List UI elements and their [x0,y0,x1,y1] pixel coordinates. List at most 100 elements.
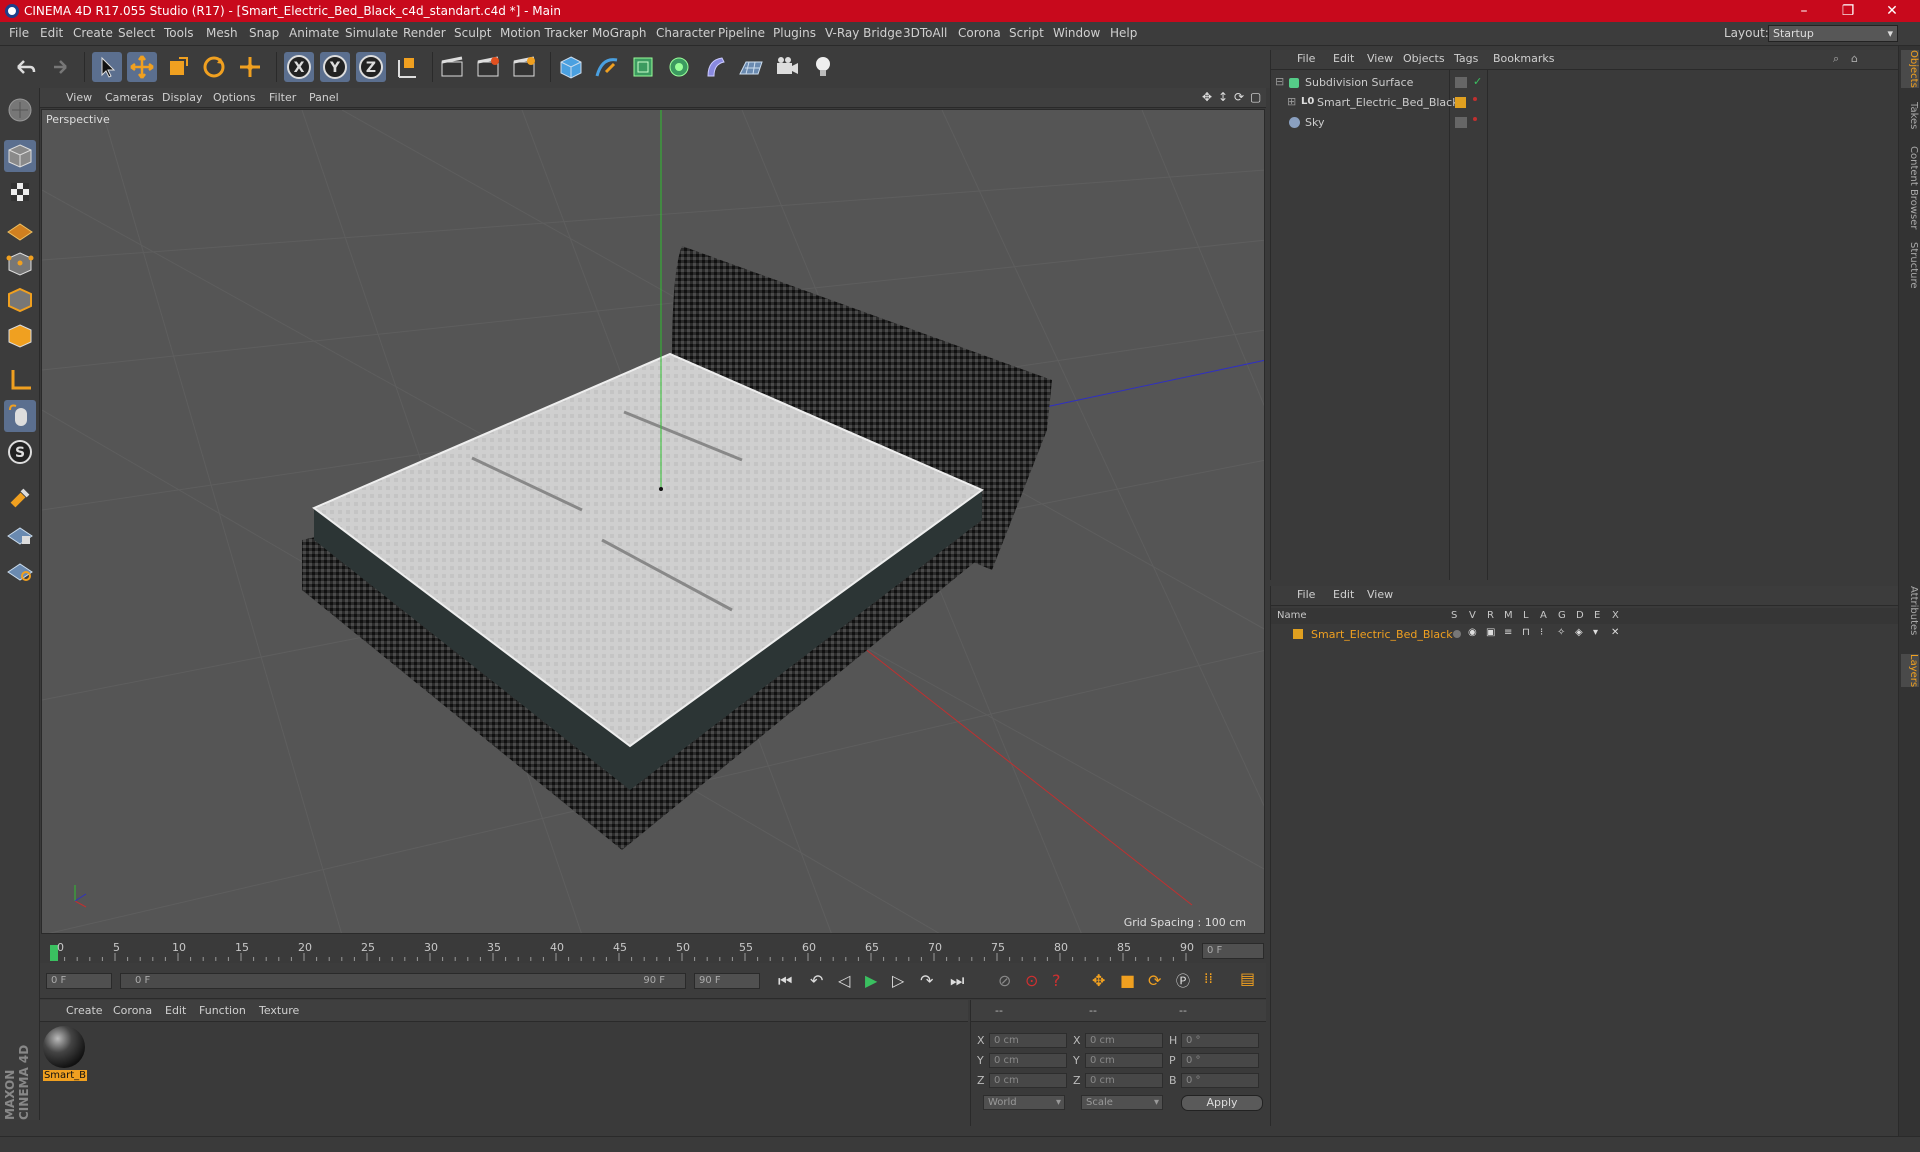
tab-attributes[interactable]: Attributes [1901,586,1919,635]
redo-button[interactable] [44,52,74,82]
workplane-mode-button[interactable] [4,212,36,244]
coordinate-system-button[interactable] [392,52,422,82]
close-button[interactable]: ✕ [1870,0,1914,22]
size-x-field[interactable]: 0 cm [1085,1033,1163,1048]
camera-button[interactable] [772,52,802,82]
objects-menu-view[interactable]: View [1367,52,1393,65]
objects-menu-tags[interactable]: Tags [1454,52,1478,65]
column-manager[interactable]: M [1504,610,1513,621]
layer-color-icon[interactable] [1293,629,1303,639]
position-z-field[interactable]: 0 cm [989,1073,1067,1088]
viewport-menu-options[interactable]: Options [213,91,255,104]
tab-takes[interactable]: Takes [1901,102,1919,129]
record-icon[interactable]: ⊙ [1025,971,1038,990]
magnet-button[interactable] [4,482,36,514]
layers-menu-edit[interactable]: Edit [1333,588,1354,601]
menu-help[interactable]: Help [1110,26,1137,40]
editor-visibility-icon[interactable] [1455,117,1467,128]
menu-simulate[interactable]: Simulate [345,26,398,40]
menu-plugins[interactable]: Plugins [773,26,816,40]
step-forward-icon[interactable]: ▷ [892,971,904,990]
column-deformers[interactable]: D [1576,610,1584,621]
material-menu-create[interactable]: Create [66,1004,103,1017]
menu-corona[interactable]: Corona [958,26,1001,40]
render-settings-button[interactable] [509,52,539,82]
material-menu-texture[interactable]: Texture [259,1004,299,1017]
make-editable-button[interactable] [4,94,36,126]
viewport-3d[interactable]: Perspective Grid Spacing : 100 cm [41,109,1265,934]
eye-icon[interactable]: ◉ [1468,627,1477,638]
rotation-b-field[interactable]: 0 ° [1181,1073,1259,1088]
start-frame-field[interactable]: 0 F [46,973,112,989]
spline-pen-button[interactable] [592,52,622,82]
objects-menu-bookmarks[interactable]: Bookmarks [1493,52,1554,65]
column-name[interactable]: Name [1277,610,1307,621]
viewport-menu-display[interactable]: Display [162,91,203,104]
expand-icon[interactable]: ⊞ [1287,95,1296,108]
rotation-p-field[interactable]: 0 ° [1181,1053,1259,1068]
move-tool-button[interactable] [127,52,157,82]
lock-icon[interactable]: ⊓ [1522,627,1530,638]
select-tool-button[interactable] [92,52,122,82]
column-render[interactable]: R [1487,610,1494,621]
column-generators[interactable]: G [1558,610,1566,621]
frame-range-slider[interactable]: 0 F 90 F [120,973,686,989]
transform-mode-dropdown[interactable]: Scale ▾ [1081,1095,1163,1110]
viewport-menu-view[interactable]: View [66,91,92,104]
material-menu-edit[interactable]: Edit [165,1004,186,1017]
position-x-field[interactable]: 0 cm [989,1033,1067,1048]
cloner-button[interactable] [664,52,694,82]
render-icon[interactable]: ▣ [1486,627,1495,638]
menu-select[interactable]: Select [118,26,155,40]
object-row[interactable]: ⊞ L0 Smart_Electric_Bed_Black [1271,94,1899,112]
material-menu-function[interactable]: Function [199,1004,246,1017]
apply-button[interactable]: Apply [1181,1095,1263,1111]
tweak-mode-button[interactable] [4,400,36,432]
timeline-ruler[interactable]: 0 5 10 15 20 25 30 35 40 45 50 55 60 65 … [40,935,1266,963]
go-to-end-icon[interactable]: ⏭ [950,971,964,991]
rotate-tool-button[interactable] [199,52,229,82]
polygons-mode-button[interactable] [4,320,36,352]
column-locked[interactable]: L [1523,610,1529,621]
grid-lock-button[interactable] [4,518,36,550]
objects-menu-objects[interactable]: Objects [1403,52,1445,65]
undo-button[interactable] [10,52,40,82]
expression-icon[interactable]: ▾ [1593,627,1598,638]
menu-character[interactable]: Character [656,26,715,40]
tab-objects[interactable]: Objects [1901,50,1919,88]
menu-sculpt[interactable]: Sculpt [454,26,491,40]
visibility-dot-icon[interactable] [1473,97,1477,101]
model-mode-button[interactable] [4,140,36,172]
home-icon[interactable]: ⌂ [1851,52,1858,65]
manager-icon[interactable]: ≡ [1504,627,1512,638]
render-view-button[interactable] [437,52,467,82]
objects-menu-edit[interactable]: Edit [1333,52,1354,65]
end-frame-field[interactable]: 90 F [694,973,760,989]
tab-content-browser[interactable]: Content Browser [1901,146,1919,229]
viewport-pan-icon[interactable]: ✥ [1202,90,1212,104]
material-menu-corona[interactable]: Corona [113,1004,152,1017]
menu-pipeline[interactable]: Pipeline [718,26,765,40]
z-axis-button[interactable]: Z [356,52,386,82]
xref-icon[interactable]: ✕ [1611,627,1619,638]
viewport-zoom-icon[interactable]: ↕ [1218,90,1228,104]
y-axis-button[interactable]: Y [320,52,350,82]
snap-button[interactable]: S [4,436,36,468]
editor-visibility-icon[interactable] [1455,77,1467,88]
edges-mode-button[interactable] [4,284,36,316]
scale-tool-button[interactable] [163,52,193,82]
subdivision-surface-button[interactable] [628,52,658,82]
viewport-rotate-icon[interactable]: ⟳ [1234,90,1244,104]
size-z-field[interactable]: 0 cm [1085,1073,1163,1088]
texture-mode-button[interactable] [4,176,36,208]
x-axis-button[interactable]: X [284,52,314,82]
collapse-icon[interactable]: ⊟ [1275,75,1284,88]
menu-mesh[interactable]: Mesh [206,26,238,40]
position-y-field[interactable]: 0 cm [989,1053,1067,1068]
column-solo[interactable]: S [1451,610,1457,621]
object-row[interactable]: Sky [1271,114,1899,132]
menu-vray-bridge[interactable]: V-Ray Bridge [825,26,902,40]
objects-menu-file[interactable]: File [1297,52,1315,65]
viewport-camera-label[interactable]: Perspective [46,113,110,126]
menu-snap[interactable]: Snap [249,26,279,40]
